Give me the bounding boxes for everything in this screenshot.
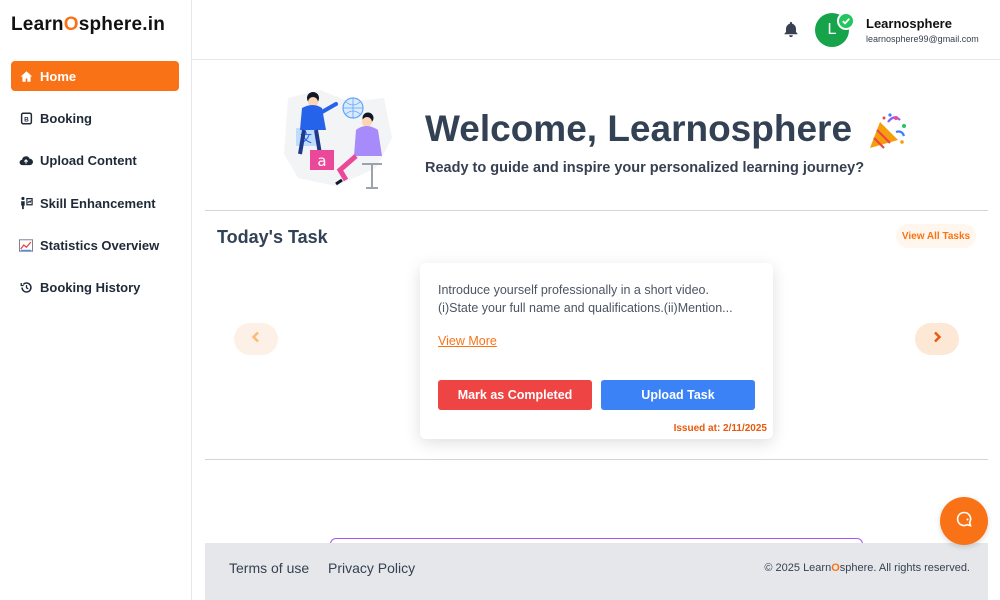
welcome-subtitle: Ready to guide and inspire your personal… xyxy=(425,160,865,176)
sidebar-item-booking[interactable]: B Booking xyxy=(11,103,179,133)
upload-task-button[interactable]: Upload Task xyxy=(601,380,755,410)
mark-as-completed-button[interactable]: Mark as Completed xyxy=(438,380,592,410)
sidebar-item-upload-content[interactable]: Upload Content xyxy=(11,146,179,176)
chat-bubble-icon xyxy=(955,510,973,533)
sidebar-item-skill-enhancement[interactable]: Skill Enhancement xyxy=(11,188,179,218)
sidebar-item-label: Booking History xyxy=(40,280,141,296)
sidebar-item-label: Booking xyxy=(40,110,92,126)
cloud-upload-icon xyxy=(19,154,33,168)
sidebar: LearnOsphere.in Home B Booking Upload Co… xyxy=(0,0,192,600)
task-description-line: (i)State your full name and qualificatio… xyxy=(438,301,733,315)
skill-icon xyxy=(19,196,33,210)
history-icon xyxy=(19,281,33,295)
home-icon xyxy=(19,69,33,83)
carousel-next-button[interactable] xyxy=(915,323,959,355)
issued-date: Issued at: 2/11/2025 xyxy=(673,423,767,434)
view-all-tasks-button[interactable]: View All Tasks xyxy=(896,224,976,248)
chart-icon xyxy=(19,239,33,253)
privacy-policy-link[interactable]: Privacy Policy xyxy=(328,560,415,576)
view-more-link[interactable]: View More xyxy=(438,334,497,348)
brand-logo[interactable]: LearnOsphere.in xyxy=(11,14,165,36)
section-title-todays-task: Today's Task xyxy=(217,227,328,247)
party-popper-icon xyxy=(866,112,908,152)
svg-text:B: B xyxy=(24,116,29,123)
svg-text:a: a xyxy=(317,152,326,170)
sidebar-item-label: Statistics Overview xyxy=(40,238,160,254)
top-header: L Learnosphere learnosphere99@gmail.com xyxy=(192,0,1000,60)
user-email: learnosphere99@gmail.com xyxy=(866,34,979,44)
copyright-text: © 2025 LearnOsphere. All rights reserved… xyxy=(764,562,970,574)
avatar-letter: L xyxy=(827,21,837,38)
app: LearnOsphere.in Home B Booking Upload Co… xyxy=(0,0,1000,600)
welcome-title: Welcome, Learnosphere xyxy=(425,108,853,149)
carousel-prev-button[interactable] xyxy=(234,323,278,355)
sidebar-item-statistics-overview[interactable]: Statistics Overview xyxy=(11,231,179,261)
sidebar-item-label: Upload Content xyxy=(40,153,137,169)
bell-icon[interactable] xyxy=(782,20,800,38)
welcome-illustration: 文 a xyxy=(280,84,396,194)
footer: Terms of use Privacy Policy © 2025 Learn… xyxy=(205,543,988,600)
task-description-line: Introduce yourself professionally in a s… xyxy=(438,283,709,297)
chevron-right-icon xyxy=(932,330,942,348)
terms-of-use-link[interactable]: Terms of use xyxy=(229,560,309,576)
verified-check-icon xyxy=(837,12,855,30)
chat-support-button[interactable] xyxy=(940,497,988,545)
sidebar-item-label: Home xyxy=(40,68,77,84)
divider xyxy=(205,210,988,211)
divider xyxy=(205,459,988,460)
task-description: Introduce yourself professionally in a s… xyxy=(438,281,758,317)
user-name: Learnosphere xyxy=(866,16,952,31)
booking-icon: B xyxy=(19,111,33,125)
sidebar-item-label: Skill Enhancement xyxy=(40,195,156,211)
sidebar-item-home[interactable]: Home xyxy=(11,61,179,91)
chevron-left-icon xyxy=(251,330,261,348)
sidebar-nav: Home B Booking Upload Content Skill Enha… xyxy=(11,61,179,315)
task-card: Introduce yourself professionally in a s… xyxy=(420,263,773,439)
sidebar-item-booking-history[interactable]: Booking History xyxy=(11,273,179,303)
